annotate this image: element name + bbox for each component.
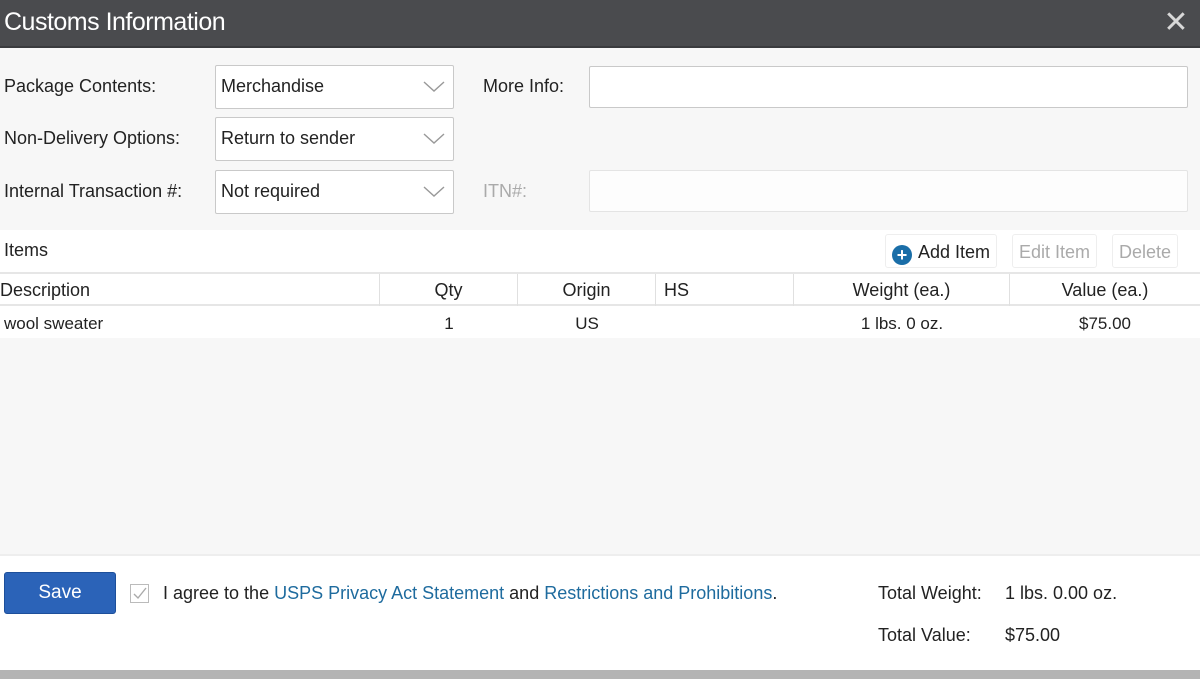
package-contents-label: Package Contents: [4, 76, 157, 96]
column-header-value[interactable]: Value (ea.) [1010, 274, 1200, 306]
agree-checkbox[interactable] [130, 584, 149, 603]
close-icon: ✕ [1163, 6, 1189, 39]
cell-value: $75.00 [1079, 314, 1131, 333]
edit-item-label: Edit Item [1019, 242, 1091, 262]
cell-weight: 1 lbs. 0 oz. [860, 314, 944, 333]
checkmark-icon [133, 587, 147, 600]
dialog-title: Customs Information [4, 8, 226, 36]
delete-button[interactable]: Delete [1112, 234, 1179, 268]
bottom-edge [0, 670, 1200, 679]
table-row[interactable]: wool sweater 1 US 1 lbs. 0 oz. $75.00 [0, 306, 1200, 338]
delete-label: Delete [1119, 242, 1172, 262]
cell-qty: 1 [444, 314, 454, 333]
internal-transaction-select[interactable]: Not required [215, 170, 454, 214]
save-button[interactable]: Save [4, 572, 116, 614]
plus-circle-icon: + [892, 245, 912, 265]
column-header-description[interactable]: Description [0, 274, 380, 306]
cell-origin: US [575, 314, 599, 333]
more-info-label: More Info: [483, 76, 565, 96]
agree-suffix: . [772, 583, 778, 603]
column-header-hs[interactable]: HS [656, 274, 794, 306]
itn-label: ITN#: [483, 181, 528, 201]
total-value-label: Total Value: [878, 625, 971, 645]
items-toolbar: Items + Add Item Edit Item Delete [0, 230, 1200, 272]
chevron-down-icon [423, 81, 445, 92]
internal-transaction-label: Internal Transaction #: [4, 181, 183, 201]
add-item-label: Add Item [918, 242, 991, 262]
total-weight-value: 1 lbs. 0.00 oz. [1005, 583, 1118, 603]
column-header-qty[interactable]: Qty [380, 274, 518, 306]
close-button[interactable]: ✕ [1162, 6, 1190, 40]
package-contents-value: Merchandise [221, 76, 325, 96]
agree-and: and [504, 583, 545, 603]
column-header-weight[interactable]: Weight (ea.) [794, 274, 1010, 306]
column-header-origin[interactable]: Origin [518, 274, 656, 306]
total-weight-label: Total Weight: [878, 583, 982, 603]
chevron-down-icon [423, 133, 445, 144]
internal-transaction-value: Not required [221, 181, 321, 201]
agree-prefix: I agree to the [163, 583, 275, 603]
customs-form: Package Contents: Merchandise More Info:… [0, 50, 1200, 230]
cell-description: wool sweater [4, 314, 104, 333]
table-header: Description Qty Origin HS Weight (ea.) V… [0, 272, 1200, 306]
itn-input[interactable] [589, 170, 1188, 212]
privacy-act-link[interactable]: USPS Privacy Act Statement [274, 583, 504, 603]
edit-item-button[interactable]: Edit Item [1012, 234, 1098, 268]
dialog-titlebar: Customs Information ✕ [0, 0, 1200, 48]
non-delivery-label: Non-Delivery Options: [4, 128, 181, 148]
cell-hs [664, 306, 794, 338]
agree-text: I agree to the USPS Privacy Act Statemen… [163, 583, 777, 604]
dialog-footer: Save I agree to the USPS Privacy Act Sta… [0, 554, 1200, 670]
table-empty-area [0, 338, 1200, 554]
non-delivery-select[interactable]: Return to sender [215, 117, 454, 161]
items-title: Items [4, 240, 49, 260]
restrictions-link[interactable]: Restrictions and Prohibitions [544, 583, 772, 603]
more-info-input[interactable] [589, 66, 1188, 108]
chevron-down-icon [423, 186, 445, 197]
non-delivery-value: Return to sender [221, 128, 356, 148]
package-contents-select[interactable]: Merchandise [215, 65, 454, 109]
total-value-value: $75.00 [1005, 625, 1061, 645]
add-item-button[interactable]: + Add Item [885, 234, 998, 268]
